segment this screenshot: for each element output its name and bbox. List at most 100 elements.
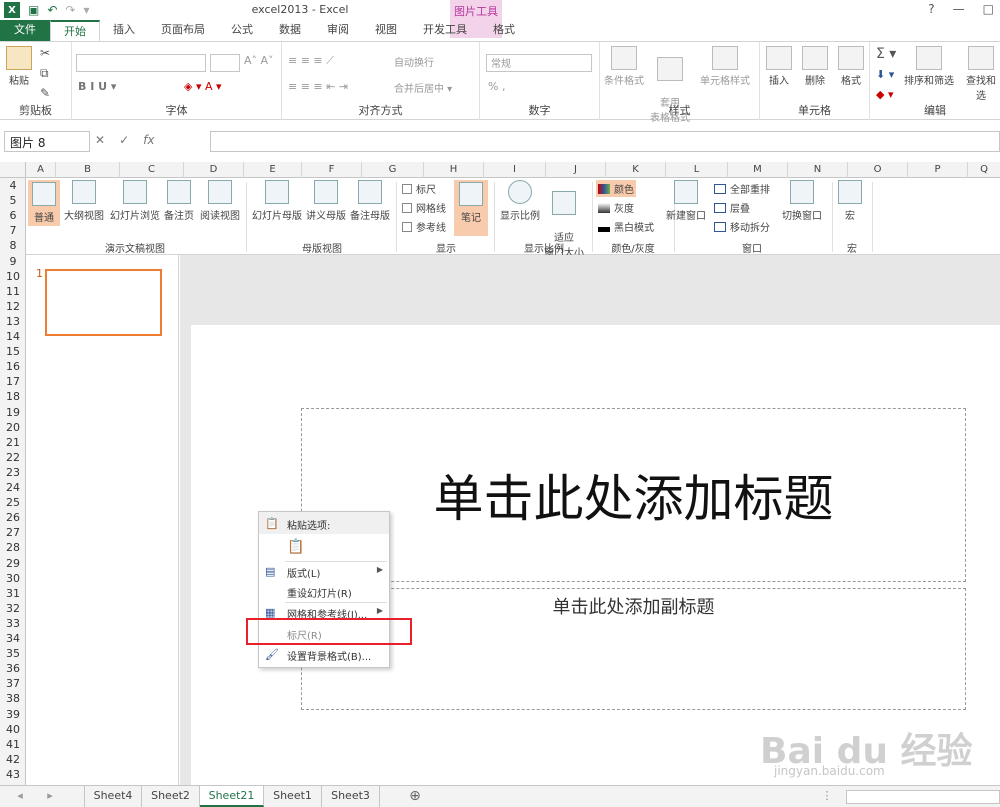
slide-master-button[interactable]: 幻灯片母版 [252, 180, 302, 222]
column-header[interactable]: K [606, 162, 666, 178]
handout-master-button[interactable]: 讲义母版 [306, 180, 346, 222]
slide-sorter-button[interactable]: 幻灯片浏览 [110, 180, 160, 222]
column-header[interactable]: F [302, 162, 362, 178]
black-white-option[interactable]: 黑白模式 [598, 219, 654, 234]
delete-cells-button[interactable]: 删除 [802, 46, 828, 87]
normal-view-button[interactable]: 普通 [28, 180, 60, 226]
sort-filter-button[interactable]: 排序和筛选 [904, 46, 954, 87]
tab-view[interactable]: 视图 [362, 20, 410, 42]
column-header[interactable]: P [908, 162, 968, 178]
sheet-tab[interactable]: Sheet4 [84, 786, 142, 807]
autosum-icon[interactable]: Σ ▾ [876, 46, 896, 62]
conditional-format-button[interactable]: 条件格式 [604, 46, 644, 87]
row-header[interactable]: 23 [0, 465, 26, 480]
column-header[interactable]: H [424, 162, 484, 178]
row-header[interactable]: 15 [0, 344, 26, 359]
sheet-tab[interactable]: Sheet3 [322, 786, 380, 807]
column-header[interactable]: C [120, 162, 184, 178]
column-header[interactable]: B [56, 162, 120, 178]
row-header[interactable]: 11 [0, 284, 26, 299]
row-header[interactable]: 41 [0, 737, 26, 752]
subtitle-placeholder[interactable]: 单击此处添加副标题 [301, 588, 966, 710]
font-size-select[interactable] [210, 54, 240, 72]
column-header[interactable]: G [362, 162, 424, 178]
row-header[interactable]: 21 [0, 435, 26, 450]
row-header[interactable]: 14 [0, 329, 26, 344]
minimize-button[interactable]: — [953, 2, 965, 16]
sheet-tab[interactable]: Sheet2 [142, 786, 200, 807]
color-option[interactable]: 颜色 [596, 180, 636, 197]
tab-split-handle[interactable]: ⋮ [820, 786, 834, 807]
paste-button[interactable]: 粘贴 [6, 46, 32, 87]
row-header[interactable]: 10 [0, 269, 26, 284]
name-box[interactable]: 图片 8 [4, 131, 90, 152]
column-header[interactable]: L [666, 162, 728, 178]
restore-button[interactable]: □ [983, 2, 994, 16]
switch-windows-button[interactable]: 切换窗口 [782, 180, 822, 222]
column-header[interactable]: A [26, 162, 56, 178]
reading-view-button[interactable]: 阅读视图 [200, 180, 240, 222]
row-header[interactable]: 35 [0, 646, 26, 661]
row-header[interactable]: 20 [0, 420, 26, 435]
column-header[interactable]: M [728, 162, 788, 178]
notes-button[interactable]: 笔记 [454, 180, 488, 236]
tab-data[interactable]: 数据 [266, 20, 314, 42]
row-header[interactable]: 32 [0, 601, 26, 616]
copy-icon[interactable]: ⧉ [40, 66, 49, 81]
row-header[interactable]: 34 [0, 631, 26, 646]
row-header[interactable]: 28 [0, 540, 26, 555]
notes-page-button[interactable]: 备注页 [164, 180, 194, 222]
row-header[interactable]: 8 [0, 238, 26, 253]
tab-insert[interactable]: 插入 [100, 20, 148, 42]
row-header[interactable]: 5 [0, 193, 26, 208]
notes-master-button[interactable]: 备注母版 [350, 180, 390, 222]
row-header[interactable]: 30 [0, 571, 26, 586]
sheet-tab[interactable]: Sheet1 [264, 786, 322, 807]
row-header[interactable]: 6 [0, 208, 26, 223]
title-placeholder[interactable]: 单击此处添加标题 [301, 408, 966, 582]
column-header[interactable]: E [244, 162, 302, 178]
move-split-button[interactable]: 移动拆分 [714, 219, 770, 234]
row-header[interactable]: 42 [0, 752, 26, 767]
clear-icon[interactable]: ◆ ▾ [876, 88, 893, 101]
row-header[interactable]: 39 [0, 707, 26, 722]
slide-thumbnail[interactable] [45, 269, 162, 336]
format-painter-icon[interactable]: ✎ [40, 86, 50, 100]
menu-item-format-background[interactable]: 🖌 设置背景格式(B)... [259, 645, 389, 665]
grow-font-icon[interactable]: A˄ A˅ [244, 54, 274, 67]
insert-function-icon[interactable]: fx [143, 133, 154, 147]
paste-option-keep[interactable]: 📋 [259, 536, 389, 560]
formula-input[interactable] [210, 131, 1000, 152]
column-header[interactable]: J [546, 162, 606, 178]
grayscale-option[interactable]: 灰度 [598, 200, 634, 215]
gridlines-checkbox[interactable]: 网格线 [402, 200, 446, 215]
next-sheet-icon[interactable]: ▸ [40, 786, 60, 807]
help-button[interactable]: ? [928, 2, 934, 16]
font-style-buttons[interactable]: B I U ▾ [78, 80, 116, 93]
row-header[interactable]: 4 [0, 178, 26, 193]
cascade-button[interactable]: 层叠 [714, 200, 750, 215]
row-header[interactable]: 24 [0, 480, 26, 495]
row-header[interactable]: 40 [0, 722, 26, 737]
ruler-checkbox[interactable]: 标尺 [402, 181, 436, 196]
cell-style-button[interactable]: 单元格样式 [700, 46, 750, 87]
row-header[interactable]: 16 [0, 359, 26, 374]
guides-checkbox[interactable]: 参考线 [402, 219, 446, 234]
outline-view-button[interactable]: 大纲视图 [64, 180, 104, 222]
zoom-button[interactable]: 显示比例 [500, 180, 540, 222]
row-header[interactable]: 36 [0, 661, 26, 676]
row-header[interactable]: 26 [0, 510, 26, 525]
row-header[interactable]: 22 [0, 450, 26, 465]
cut-icon[interactable]: ✂ [40, 46, 50, 60]
format-cells-button[interactable]: 格式 [838, 46, 864, 87]
row-header[interactable]: 29 [0, 556, 26, 571]
row-header[interactable]: 25 [0, 495, 26, 510]
tab-review[interactable]: 审阅 [314, 20, 362, 42]
font-name-select[interactable] [76, 54, 206, 72]
font-color-icon[interactable]: ◈ ▾ A ▾ [184, 80, 222, 93]
tab-formulas[interactable]: 公式 [218, 20, 266, 42]
align-top-icons[interactable]: ≡ ≡ ≡ ⟋ [288, 54, 334, 68]
tab-file[interactable]: 文件 [0, 20, 50, 42]
enter-icon[interactable]: ✓ [119, 133, 129, 147]
select-all-corner[interactable] [0, 162, 26, 178]
